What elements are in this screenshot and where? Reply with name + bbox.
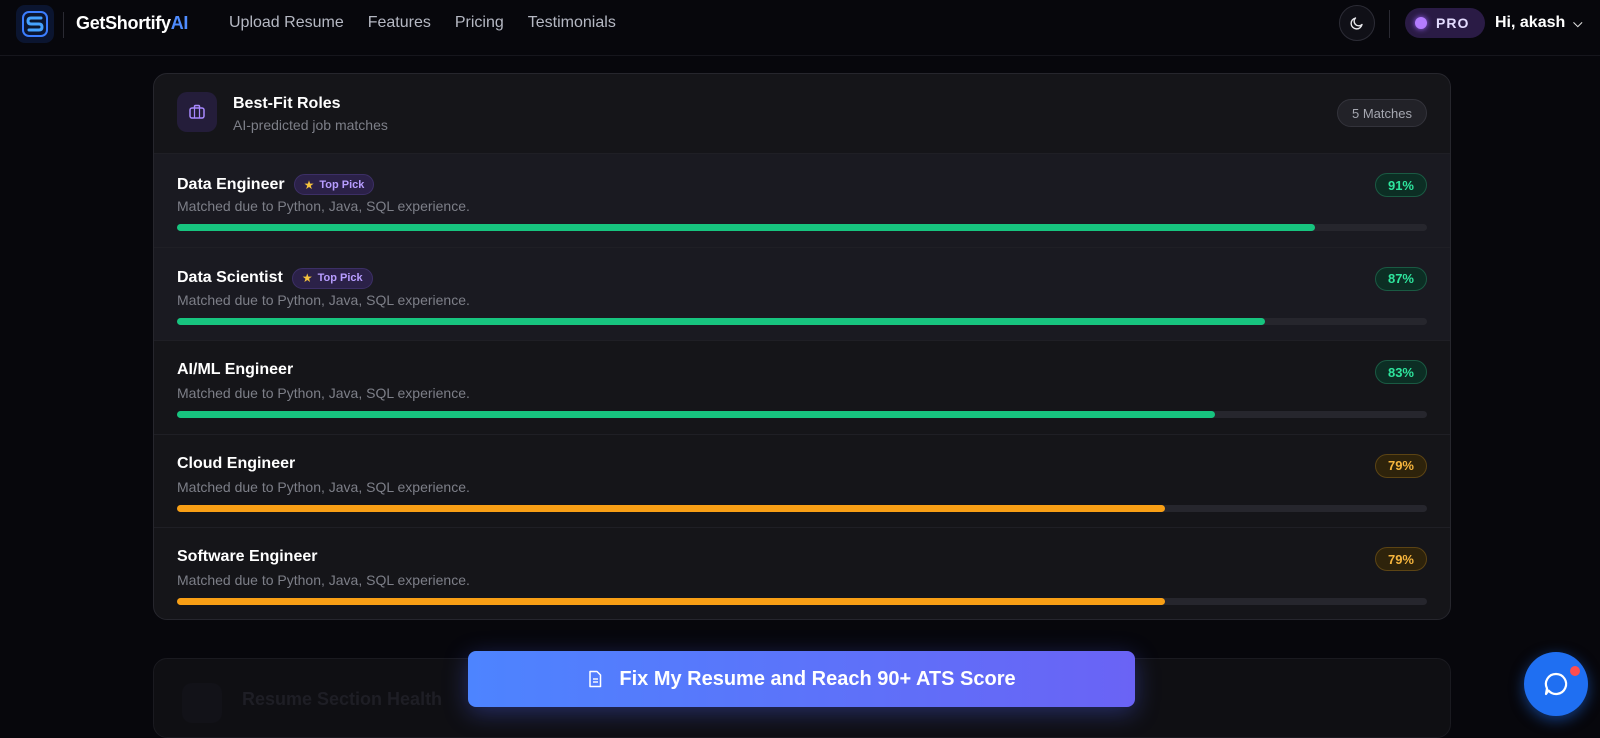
pro-dot-icon [1415,17,1427,29]
match-progress-fill [177,411,1215,418]
theme-toggle-button[interactable] [1339,5,1375,41]
pro-badge[interactable]: PRO [1405,8,1485,38]
header-divider [1389,10,1390,38]
role-name: Data Scientist [177,269,283,286]
match-progress-fill [177,224,1315,231]
brand-ai: AI [170,13,189,33]
top-pick-label: Top Pick [317,272,363,284]
match-progress-track [177,411,1427,418]
match-progress-track [177,504,1427,512]
user-greeting: Hi, akash [1495,14,1566,31]
user-menu[interactable]: Hi, akash ⌵ [1495,14,1582,32]
role-row[interactable]: AI/ML Engineer Matched due to Python, Jav… [154,340,1450,434]
role-name: Data Engineer [177,175,285,193]
briefcase-icon [177,92,217,132]
match-percent-badge: 79% [1374,453,1427,478]
chat-bubble-icon [1544,672,1568,696]
nav-divider [63,12,64,38]
role-title-group: Software Engineer [177,548,317,566]
match-progress-track [177,317,1427,325]
section-health-icon [182,683,222,723]
star-icon: ★ [301,271,313,285]
document-icon [589,670,602,688]
role-reason: Matched due to Python, Java, SQL experie… [177,291,470,308]
best-fit-roles-card: Best-Fit Roles AI-predicted job matches … [153,73,1451,620]
role-row[interactable]: Data Scientist ★ Top Pick Matched due to Py… [154,246,1450,340]
match-percent-badge: 79% [1374,547,1427,571]
fix-resume-cta-button[interactable]: Fix My Resume and Reach 90+ ATS Score [468,651,1135,707]
nav-testimonials[interactable]: Testimonials [528,14,616,32]
notification-dot [1570,666,1580,676]
role-reason: Matched due to Python, Java, SQL experie… [177,478,470,495]
role-row[interactable]: Software Engineer Matched due to Python, … [154,527,1450,619]
nav-features[interactable]: Features [368,14,431,32]
brand-name[interactable]: GetShortifyAI [76,13,188,34]
top-pick-badge: ★ Top Pick [293,174,375,195]
match-progress-fill [177,504,1165,512]
cta-label: Fix My Resume and Reach 90+ ATS Score [619,667,1016,690]
match-percent-badge: 83% [1374,360,1427,384]
role-title-group: Cloud Engineer [177,455,295,473]
match-percent-badge: 91% [1374,173,1427,197]
role-reason: Matched due to Python, Java, SQL experie… [177,198,470,214]
role-list: Data Engineer ★ Top Pick Matched due to Pyt… [154,153,1450,619]
card-subtitle: AI-predicted job matches [233,117,388,133]
role-row[interactable]: Cloud Engineer Matched due to Python, Jav… [154,433,1450,528]
match-progress-fill [177,598,1165,605]
role-title-group: Data Engineer ★ Top Pick [177,174,375,195]
role-title-group: AI/ML Engineer [177,361,293,379]
chat-button[interactable] [1524,652,1588,716]
pro-label: PRO [1436,15,1470,31]
card-header: Best-Fit Roles AI-predicted job matches … [154,74,1450,153]
nav-pricing[interactable]: Pricing [455,14,504,32]
nav-upload-resume[interactable]: Upload Resume [229,14,344,32]
chevron-down-icon: ⌵ [1573,15,1583,30]
match-progress-fill [177,317,1265,325]
role-name: Cloud Engineer [177,454,296,472]
top-pick-label: Top Pick [319,178,365,191]
match-percent-badge: 87% [1374,266,1427,291]
role-reason: Matched due to Python, Java, SQL experie… [177,572,470,588]
section-health-title: Resume Section Health [242,689,443,709]
star-icon: ★ [303,177,315,192]
match-progress-track [177,224,1427,231]
main-nav: Upload Resume Features Pricing Testimoni… [229,14,616,32]
moon-icon [1350,17,1363,30]
top-navbar: GetShortifyAI Upload Resume Features Pri… [0,0,1600,56]
role-row[interactable]: Data Engineer ★ Top Pick Matched due to Pyt… [154,153,1450,247]
role-name: AI/ML Engineer [177,361,294,378]
brand-main: GetShortify [76,13,171,33]
role-name: Software Engineer [177,548,318,565]
matches-count-badge: 5 Matches [1337,99,1427,127]
role-title-group: Data Scientist ★ Top Pick [177,267,373,289]
logo-icon[interactable] [16,5,54,43]
card-title: Best-Fit Roles [233,95,341,112]
top-pick-badge: ★ Top Pick [291,267,373,289]
role-reason: Matched due to Python, Java, SQL experie… [177,385,470,401]
match-progress-track [177,598,1427,605]
